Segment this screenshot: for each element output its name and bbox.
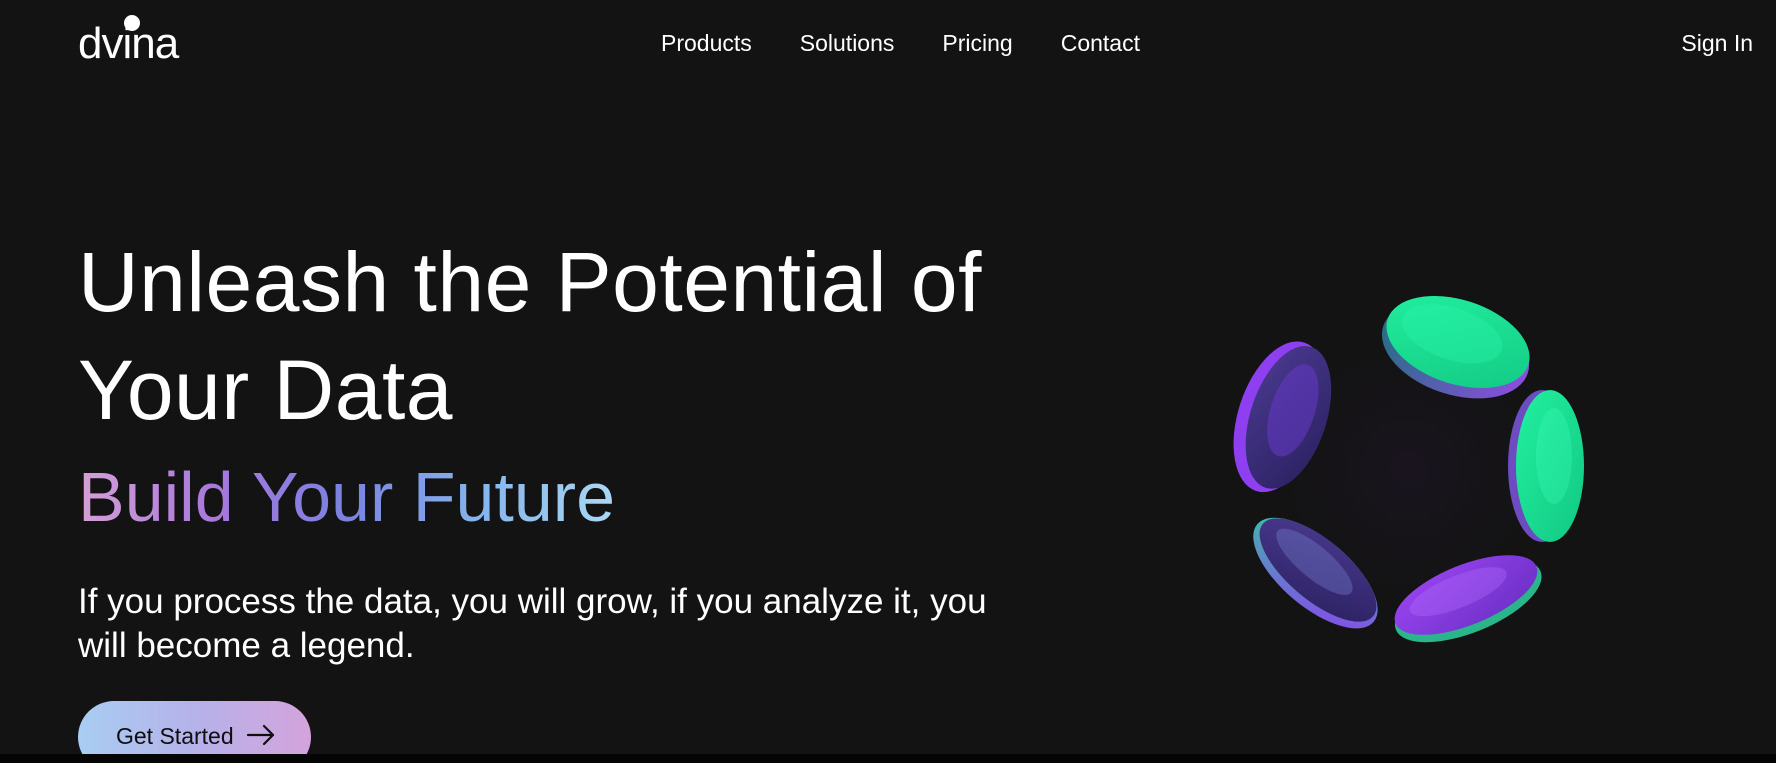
logo-dot-icon	[124, 15, 140, 31]
main-nav: Products Solutions Pricing Contact	[661, 27, 1140, 59]
sign-in-link[interactable]: Sign In	[1681, 27, 1753, 59]
hero-subheadline: Build Your Future	[78, 455, 615, 539]
landing-page: dvina Products Solutions Pricing Contact…	[0, 0, 1776, 763]
nav-item-pricing[interactable]: Pricing	[942, 27, 1012, 59]
arrow-right-icon	[246, 723, 276, 747]
bottom-divider	[0, 754, 1776, 763]
disc-right	[1508, 390, 1584, 542]
get-started-label: Get Started	[116, 723, 234, 749]
nav-item-products[interactable]: Products	[661, 27, 752, 59]
data-ring-illustration	[1230, 290, 1590, 650]
hero-headline: Unleash the Potential of Your Data	[78, 235, 982, 437]
nav-item-contact[interactable]: Contact	[1061, 27, 1140, 59]
nav-item-solutions[interactable]: Solutions	[800, 27, 895, 59]
hero-description: If you process the data, you will grow, …	[78, 582, 987, 665]
